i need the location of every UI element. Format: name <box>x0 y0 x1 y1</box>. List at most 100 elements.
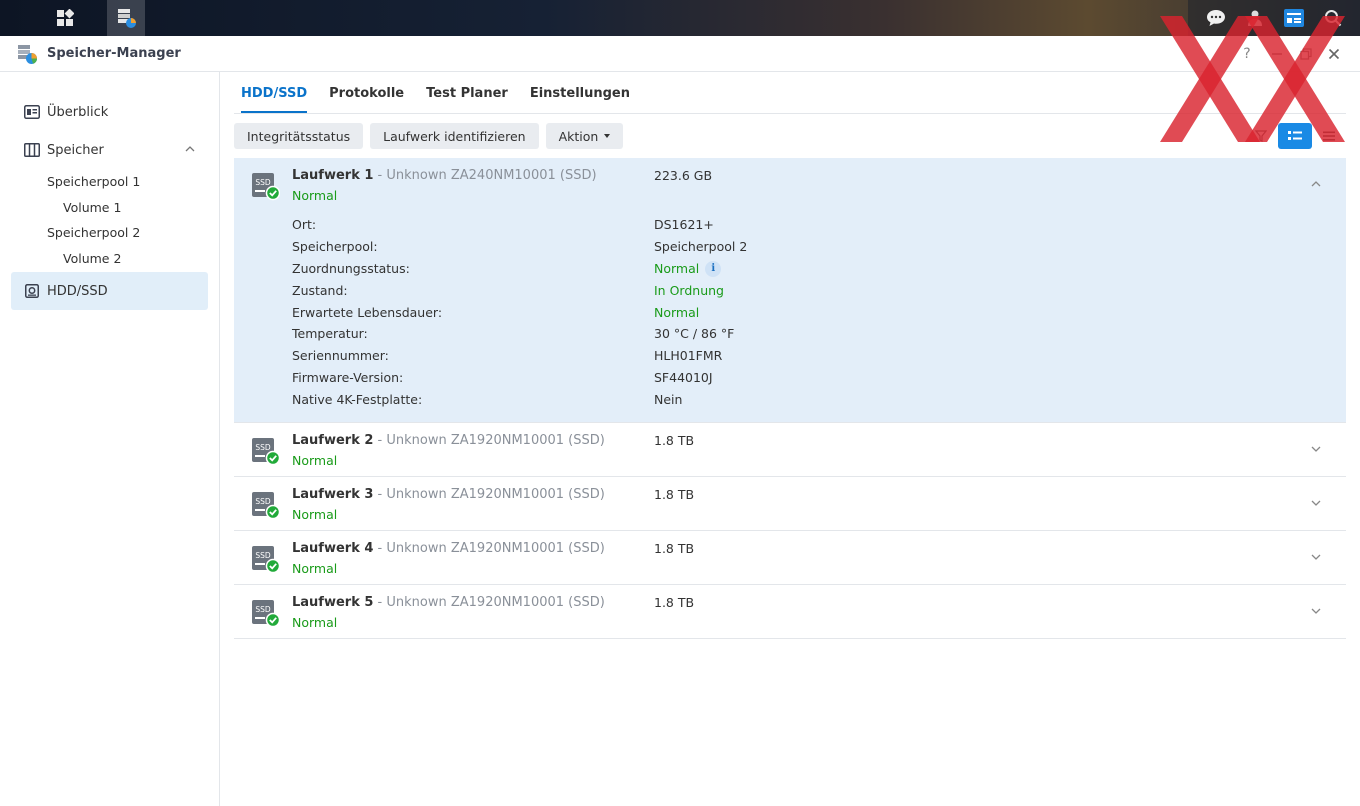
drive-model: - Unknown ZA240NM10001 (SSD) <box>373 168 597 183</box>
minimize-button[interactable] <box>1268 45 1286 63</box>
drive-name: Laufwerk 1 <box>292 168 374 183</box>
action-dropdown-button[interactable]: Aktion <box>545 123 624 149</box>
sidebar-item-volume-1[interactable]: Volume 1 <box>0 195 219 221</box>
chevron-down-icon[interactable] <box>1310 551 1322 563</box>
drive-details: Ort: DS1621+ Speicherpool: Speicherpool 2 … <box>234 211 1346 422</box>
filter-icon <box>1255 130 1267 142</box>
svg-text:SSD: SSD <box>255 551 271 560</box>
tab-protokolle[interactable]: Protokolle <box>329 86 404 113</box>
ssd-icon: SSD <box>252 173 280 201</box>
storage-manager-icon <box>118 9 136 28</box>
drive-size: 1.8 TB <box>654 595 695 611</box>
caret-down-icon <box>604 134 611 138</box>
drive-name: Laufwerk 3 <box>292 487 374 503</box>
drive-row[interactable]: SSD Laufwerk 4 - Unknown ZA1920NM10001 (… <box>234 531 1346 586</box>
drive-name: Laufwerk 2 <box>292 433 374 449</box>
drive-row[interactable]: SSD Laufwerk 2 - Unknown ZA1920NM10001 (… <box>234 423 1346 478</box>
drive-status: Normal <box>292 561 338 577</box>
main-content: HDD/SSD Protokolle Test Planer Einstellu… <box>234 72 1346 640</box>
detail-key: Native 4K-Festplatte: <box>292 392 423 408</box>
info-icon[interactable]: i <box>705 261 722 278</box>
drive-model: - Unknown ZA1920NM10001 (SSD) <box>373 541 605 557</box>
detail-view-button[interactable] <box>1278 123 1312 149</box>
drive-size: 223.6 GB <box>654 168 713 183</box>
drive-model: - Unknown ZA1920NM10001 (SSD) <box>373 433 605 449</box>
drive-model: - Unknown ZA1920NM10001 (SSD) <box>373 487 605 503</box>
chat-button[interactable] <box>1205 7 1227 29</box>
ssd-icon: SSD <box>252 492 280 520</box>
taskbar-tray <box>1188 0 1360 36</box>
detail-key: Zustand: <box>292 282 348 298</box>
apps-grid-icon <box>57 9 74 26</box>
drive-size: 1.8 TB <box>654 433 695 449</box>
window-titlebar[interactable]: Speicher-Manager ? <box>0 36 1360 72</box>
chevron-down-icon[interactable] <box>1310 443 1322 455</box>
sidebar: Überblick Speicher Speicherpool 1 Volume… <box>0 72 220 806</box>
svg-text:SSD: SSD <box>255 443 271 452</box>
drive-name: Laufwerk 5 <box>292 595 374 611</box>
chevron-down-icon[interactable] <box>1310 497 1322 509</box>
tab-einstellungen[interactable]: Einstellungen <box>530 86 630 113</box>
user-icon <box>1247 10 1262 26</box>
ssd-icon: SSD <box>252 546 280 574</box>
chevron-up-icon[interactable] <box>1310 178 1322 190</box>
sidebar-item-label: HDD/SSD <box>47 283 108 299</box>
detail-row: Erwartete Lebensdauer: Normal <box>292 305 1346 327</box>
sidebar-item-label: Überblick <box>47 104 109 120</box>
integrity-status-button[interactable]: Integritätsstatus <box>234 123 364 149</box>
storage-manager-taskbar-button[interactable] <box>107 0 145 36</box>
apps-grid-button[interactable] <box>46 0 84 36</box>
tab-test-planer[interactable]: Test Planer <box>426 86 508 113</box>
chevron-up-icon[interactable] <box>184 143 196 155</box>
sidebar-item-overview[interactable]: Überblick <box>11 93 208 131</box>
minimize-icon <box>1272 53 1282 55</box>
drive-status: Normal <box>292 453 338 469</box>
drive-row[interactable]: SSD Laufwerk 5 - Unknown ZA1920NM10001 (… <box>234 585 1346 640</box>
drive-status: Normal <box>292 507 338 523</box>
drive-status: Normal <box>292 188 338 203</box>
identify-drive-button[interactable]: Laufwerk identifizieren <box>370 123 539 149</box>
detail-value: SF44010J <box>654 370 713 386</box>
drive-size: 1.8 TB <box>654 487 695 503</box>
search-icon <box>1324 10 1341 27</box>
sidebar-item-storage[interactable]: Speicher <box>11 131 208 169</box>
close-icon <box>1328 48 1340 60</box>
drive-name: Laufwerk 4 <box>292 541 374 557</box>
drive-header[interactable]: SSD Laufwerk 5 - Unknown ZA1920NM10001 (… <box>234 585 1346 638</box>
chevron-down-icon[interactable] <box>1310 605 1322 617</box>
sidebar-item-speicherpool-1[interactable]: Speicherpool 1 <box>0 169 219 195</box>
filter-button[interactable] <box>1244 123 1278 149</box>
detail-row: Zustand: In Ordnung <box>292 283 1346 305</box>
search-button[interactable] <box>1322 7 1344 29</box>
user-button[interactable] <box>1244 7 1266 29</box>
detail-value: In Ordnung <box>654 282 724 298</box>
widgets-button[interactable] <box>1283 7 1305 29</box>
detail-value: Normal <box>654 304 700 320</box>
help-button[interactable]: ? <box>1238 45 1256 63</box>
drive-row[interactable]: SSD Laufwerk 3 - Unknown ZA1920NM10001 (… <box>234 477 1346 532</box>
restore-button[interactable] <box>1297 45 1315 63</box>
storage-manager-window: Speicher-Manager ? Überblick Speicher Sp… <box>0 36 1360 806</box>
drive-row-expanded[interactable]: SSD Laufwerk 1 - Unknown ZA240NM10001 (S… <box>234 158 1346 424</box>
detail-row: Ort: DS1621+ <box>292 217 1346 239</box>
drive-header[interactable]: SSD Laufwerk 3 - Unknown ZA1920NM10001 (… <box>234 477 1346 530</box>
sidebar-item-speicherpool-2[interactable]: Speicherpool 2 <box>0 220 219 246</box>
detail-value: Normal <box>654 260 700 276</box>
drive-header[interactable]: SSD Laufwerk 2 - Unknown ZA1920NM10001 (… <box>234 423 1346 476</box>
sidebar-item-volume-2[interactable]: Volume 2 <box>0 246 219 272</box>
drive-header[interactable]: SSD Laufwerk 1 - Unknown ZA240NM10001 (S… <box>234 158 1346 211</box>
detail-row: Seriennummer: HLH01FMR <box>292 348 1346 370</box>
detail-row: Speicherpool: Speicherpool 2 <box>292 239 1346 261</box>
drive-header[interactable]: SSD Laufwerk 4 - Unknown ZA1920NM10001 (… <box>234 531 1346 584</box>
sidebar-item-hdd-ssd[interactable]: HDD/SSD <box>11 272 208 310</box>
disk-icon <box>24 283 40 299</box>
detail-value: 30 °C / 86 °F <box>654 326 735 342</box>
detail-row: Native 4K-Festplatte: Nein <box>292 392 1346 414</box>
detail-value: DS1621+ <box>654 217 714 232</box>
widgets-icon <box>1283 9 1304 27</box>
view-switcher <box>1244 123 1346 149</box>
detail-key: Firmware-Version: <box>292 370 404 386</box>
tab-hdd-ssd[interactable]: HDD/SSD <box>241 86 308 113</box>
close-button[interactable] <box>1325 45 1343 63</box>
list-view-button[interactable] <box>1312 123 1346 149</box>
